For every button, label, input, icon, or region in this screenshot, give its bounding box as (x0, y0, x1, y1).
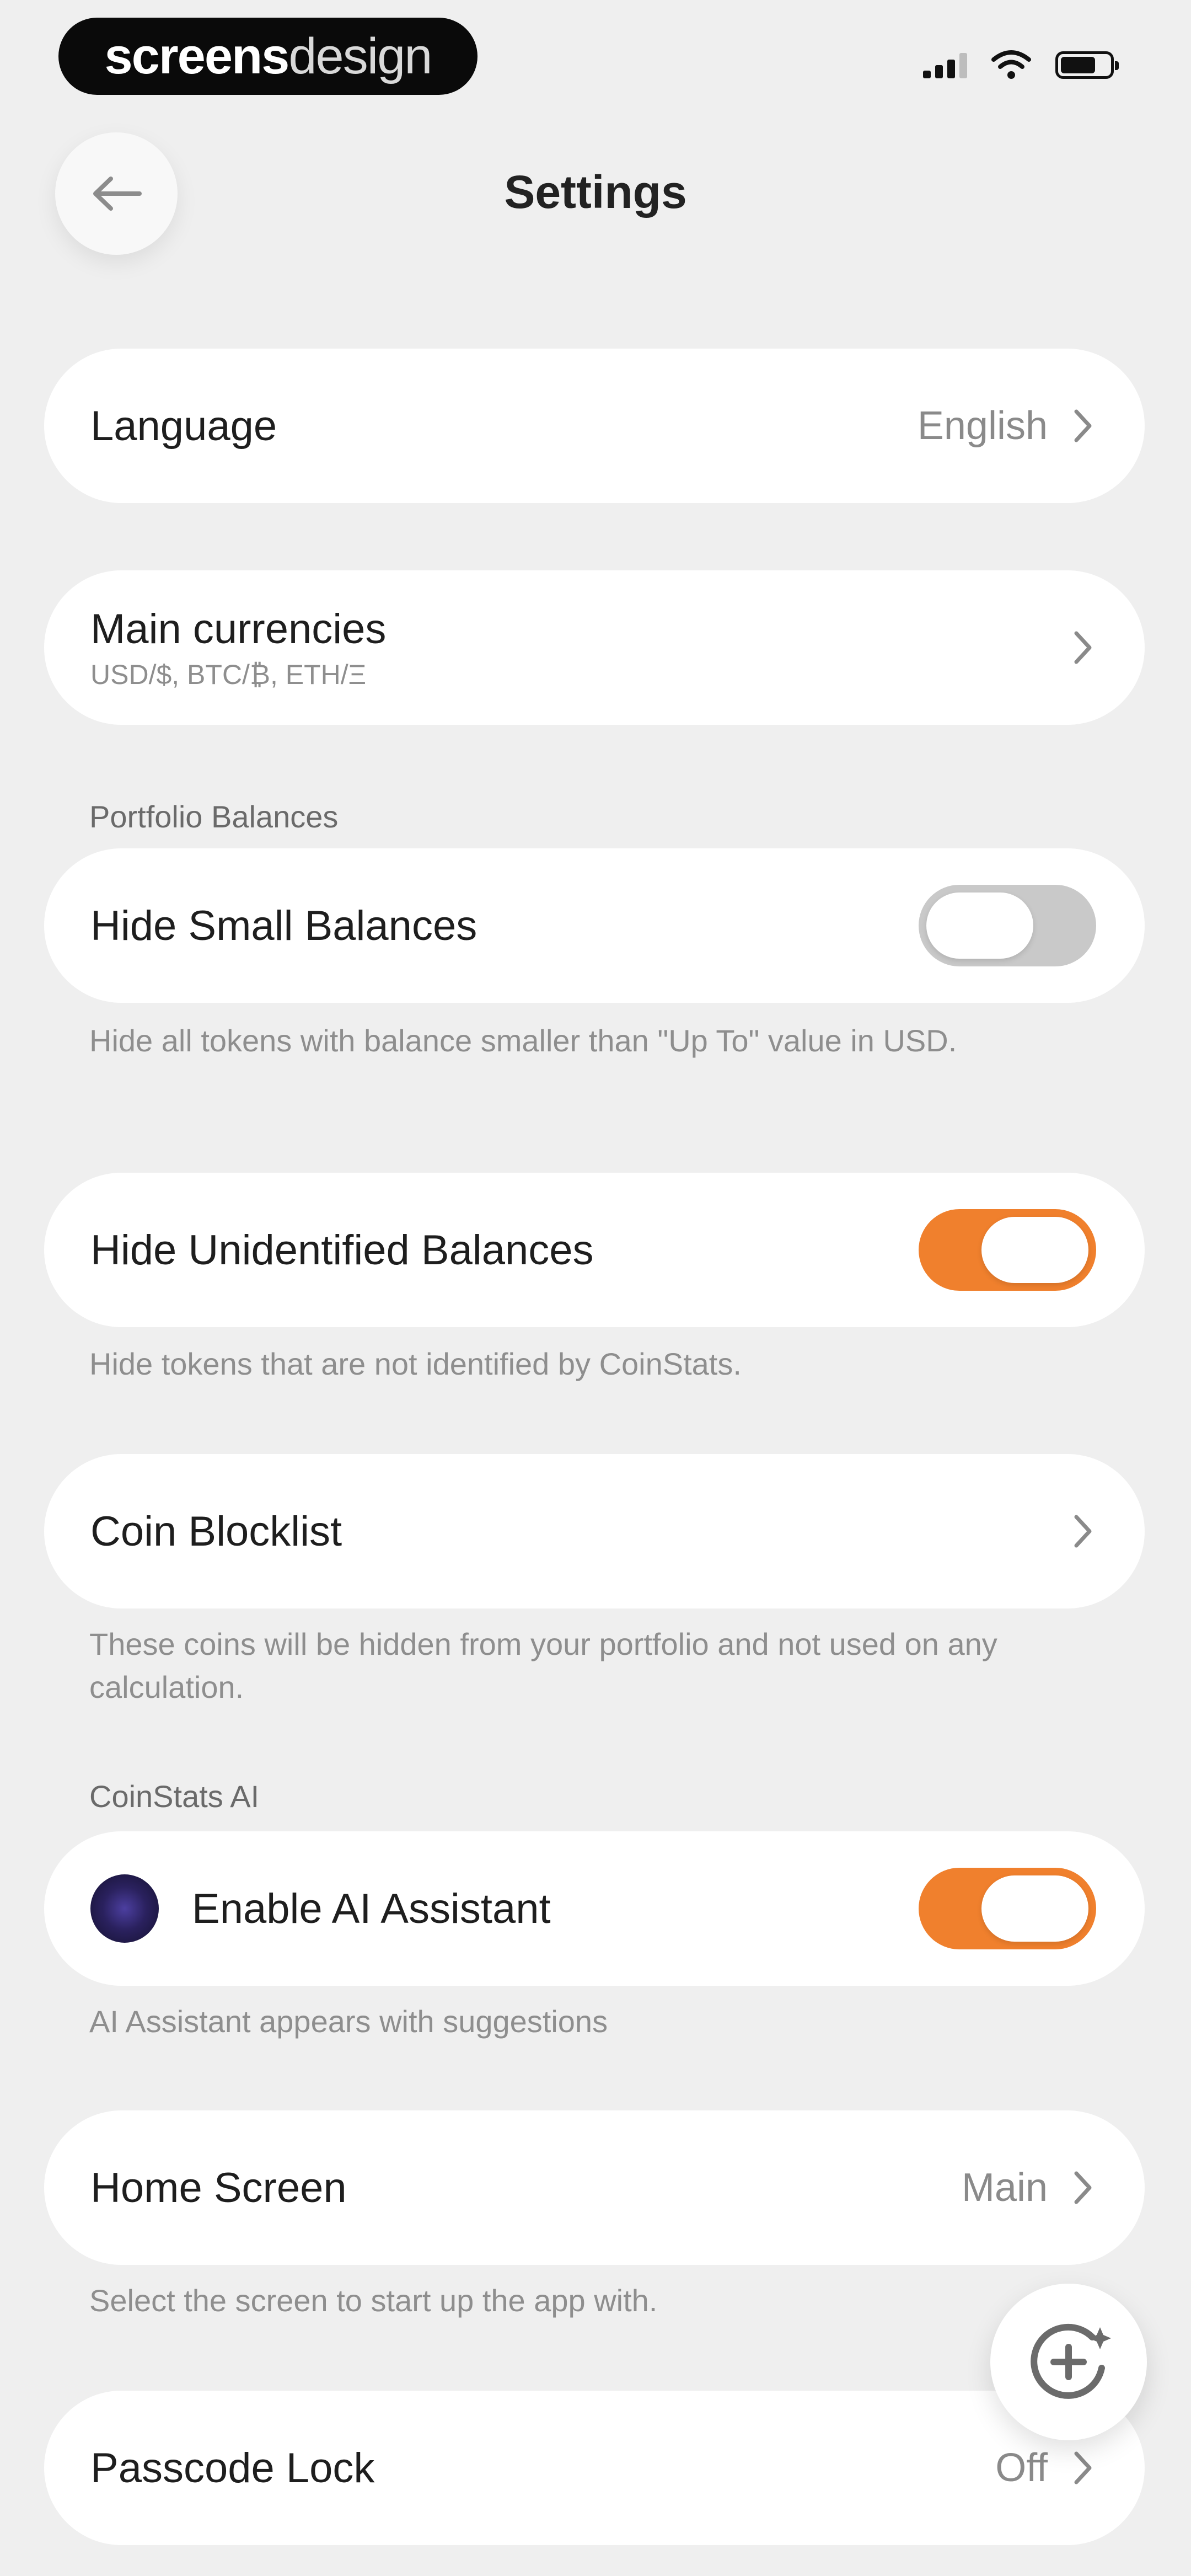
ai-assistant-avatar (90, 1874, 159, 1943)
hide-small-balances-row: Hide Small Balances (44, 848, 1145, 1003)
main-currencies-row[interactable]: Main currencies USD/$, BTC/₿, ETH/Ξ (44, 570, 1145, 725)
hide-small-balances-helper: Hide all tokens with balance smaller tha… (89, 1023, 957, 1058)
brand-bold: screens (104, 28, 290, 84)
section-portfolio-balances: Portfolio Balances (89, 799, 339, 834)
wifi-icon (991, 50, 1031, 79)
brand-logo: screens design (58, 18, 478, 95)
section-coinstats-ai: CoinStats AI (89, 1779, 260, 1814)
main-currencies-label: Main currencies (90, 605, 387, 653)
chevron-right-icon (1074, 2451, 1092, 2484)
passcode-lock-row[interactable]: Passcode Lock Off (44, 2391, 1145, 2545)
language-row[interactable]: Language English (44, 349, 1145, 503)
ai-assistant-fab[interactable] (990, 2284, 1147, 2440)
main-currencies-text: Main currencies USD/$, BTC/₿, ETH/Ξ (90, 605, 1070, 691)
hide-unidentified-balances-row: Hide Unidentified Balances (44, 1173, 1145, 1327)
hide-small-balances-label: Hide Small Balances (90, 902, 478, 949)
ai-sparkle-icon (1031, 2323, 1111, 2399)
chevron-right-icon (1074, 631, 1092, 664)
battery-icon (1055, 51, 1119, 79)
home-screen-helper: Select the screen to start up the app wi… (89, 2283, 658, 2318)
home-screen-label: Home Screen (90, 2164, 347, 2211)
status-icons (923, 50, 1119, 81)
passcode-lock-label: Passcode Lock (90, 2444, 375, 2492)
coin-blocklist-helper: These coins will be hidden from your por… (89, 1627, 997, 1704)
chevron-right-icon (1074, 409, 1092, 442)
status-bar: screens design (0, 0, 1191, 121)
hide-small-balances-toggle[interactable] (919, 885, 1096, 966)
home-screen-row[interactable]: Home Screen Main (44, 2110, 1145, 2265)
hide-unidentified-balances-helper: Hide tokens that are not identified by C… (89, 1346, 742, 1381)
language-label: Language (90, 402, 277, 450)
signal-icon (923, 52, 967, 78)
coin-blocklist-row[interactable]: Coin Blocklist (44, 1454, 1145, 1608)
ai-assistant-row: Enable AI Assistant (44, 1831, 1145, 1986)
chevron-right-icon (1074, 2171, 1092, 2204)
brand-light: design (288, 28, 432, 84)
hide-unidentified-balances-label: Hide Unidentified Balances (90, 1226, 594, 1274)
chevron-right-icon (1074, 1515, 1092, 1548)
main-currencies-subtitle: USD/$, BTC/₿, ETH/Ξ (90, 659, 367, 690)
passcode-lock-value: Off (995, 2446, 1048, 2490)
hide-unidentified-balances-toggle[interactable] (919, 1209, 1096, 1291)
coin-blocklist-label: Coin Blocklist (90, 1508, 342, 1555)
home-screen-value: Main (961, 2166, 1048, 2210)
language-value: English (917, 404, 1048, 448)
ai-assistant-toggle[interactable] (919, 1868, 1096, 1949)
page-title: Settings (504, 166, 687, 218)
ai-assistant-helper: AI Assistant appears with suggestions (89, 2004, 608, 2039)
ai-assistant-label: Enable AI Assistant (192, 1885, 551, 1932)
